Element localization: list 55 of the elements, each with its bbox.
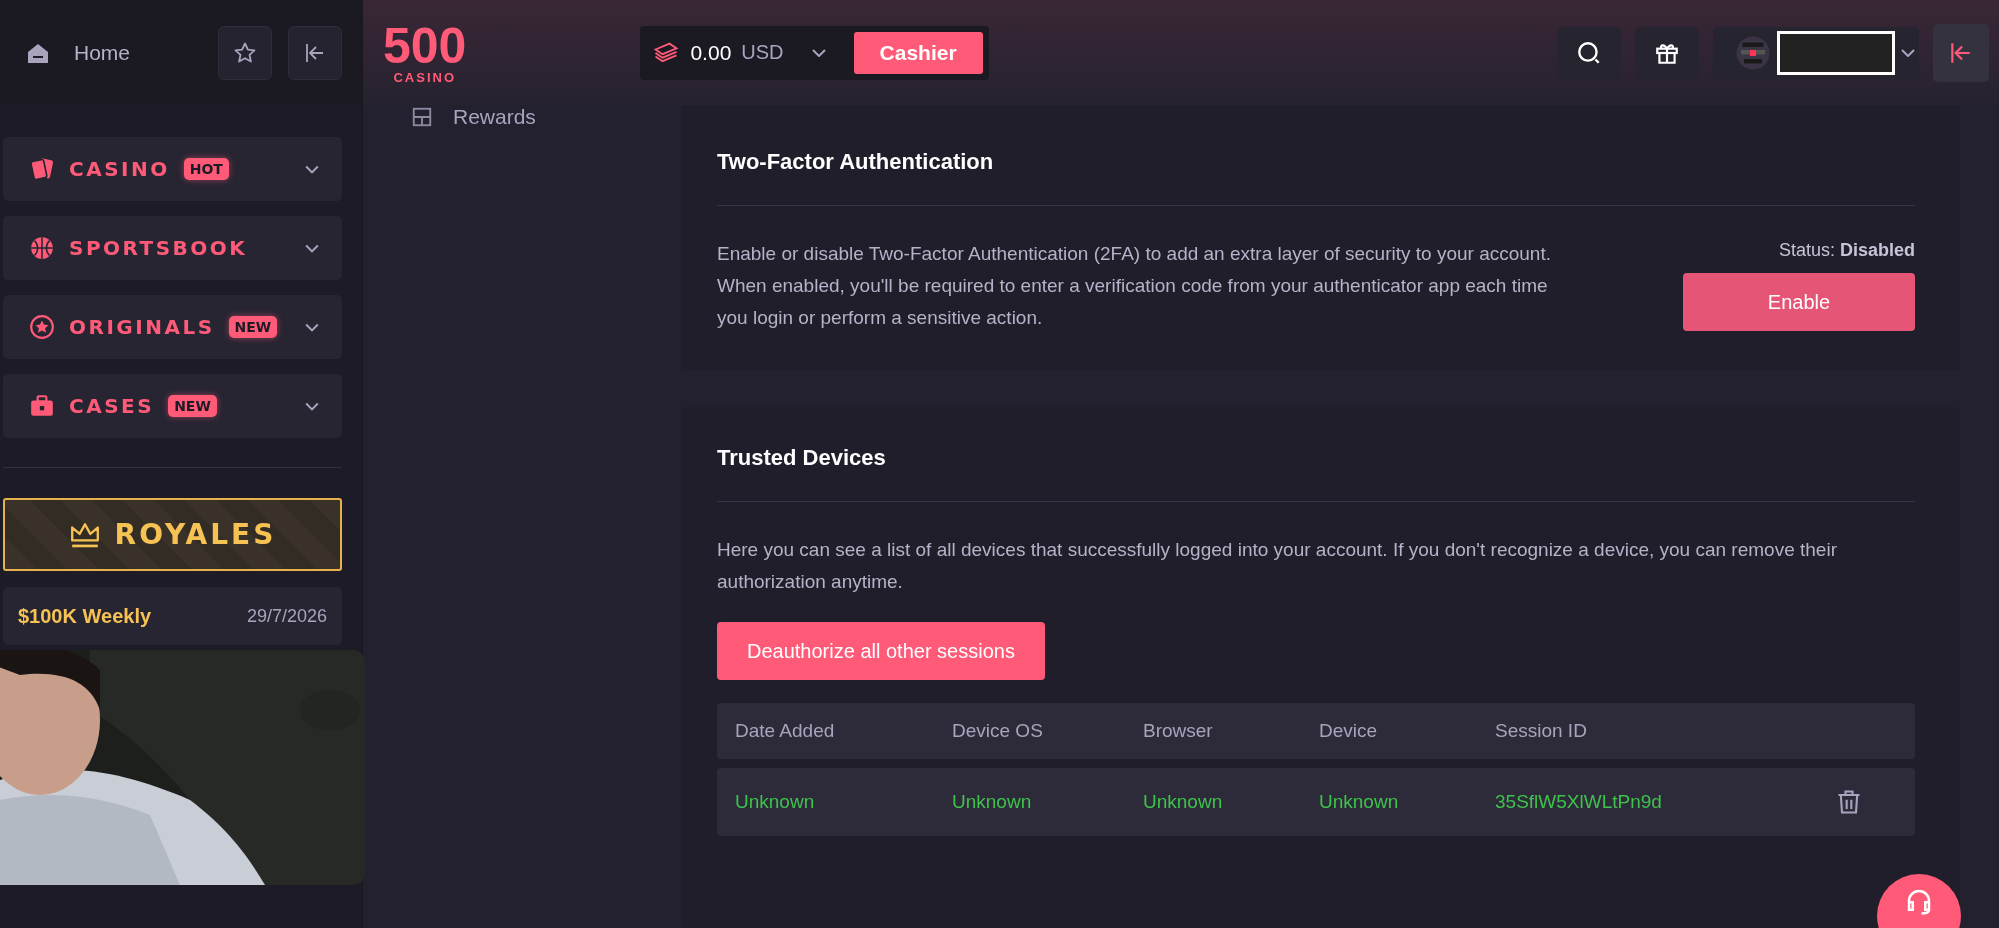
chevron-down-icon bbox=[1901, 48, 1915, 57]
section-title: Two-Factor Authentication bbox=[717, 149, 995, 175]
nav-label: CASES bbox=[69, 394, 155, 418]
wallet-selector[interactable]: 0.00 USD Cashier bbox=[640, 25, 989, 80]
star-icon bbox=[233, 40, 257, 65]
nav-item[interactable]: CASINO HOT bbox=[3, 137, 342, 201]
briefcase-icon bbox=[29, 393, 55, 419]
nav-badge: HOT bbox=[183, 158, 229, 180]
avatar-icon bbox=[1735, 34, 1771, 71]
column-header: Device OS bbox=[952, 720, 1044, 742]
event-card[interactable]: $100K Weekly 29/7/2026 bbox=[3, 587, 342, 645]
status-label: Status: Disabled bbox=[1778, 240, 1915, 261]
search-icon bbox=[1576, 39, 1602, 66]
chevron-down-icon bbox=[811, 48, 826, 57]
balance-amount: 0.00 bbox=[690, 40, 732, 65]
cards-icon bbox=[29, 156, 55, 182]
table-cell-text: Unknown bbox=[1319, 791, 1400, 813]
grid-icon bbox=[411, 106, 433, 128]
logo[interactable]: 500 CASINO bbox=[383, 20, 467, 85]
table-cell-text: 35SflW5XlWLtPn9d bbox=[1495, 791, 1663, 813]
nav-item[interactable]: ORIGINALS NEW bbox=[3, 295, 342, 359]
nav-item[interactable]: CASES NEW bbox=[3, 374, 342, 438]
event-date: 29/7/2026 bbox=[246, 605, 327, 627]
column-header: Device bbox=[1319, 720, 1379, 742]
enable-button[interactable]: Enable bbox=[1683, 273, 1915, 331]
cashier-button[interactable]: Cashier bbox=[853, 31, 983, 74]
rewards-link[interactable]: Rewards bbox=[411, 105, 681, 129]
favorites-button[interactable] bbox=[218, 25, 272, 80]
column-header: Date Added bbox=[735, 720, 836, 742]
royales-banner[interactable]: ROYALES bbox=[3, 498, 342, 571]
search-button[interactable] bbox=[1557, 26, 1621, 79]
star-badge-icon bbox=[29, 314, 55, 340]
deauthorize-button[interactable]: Deauthorize all other sessions bbox=[717, 622, 1045, 680]
nav-label: SPORTSBOOK bbox=[69, 236, 248, 260]
user-menu[interactable] bbox=[1713, 26, 1919, 79]
nav-badge: NEW bbox=[168, 395, 217, 417]
basketball-icon bbox=[29, 235, 55, 261]
column-header: Session ID bbox=[1495, 720, 1588, 742]
currency-label: USD bbox=[741, 41, 784, 64]
section-description: Here you can see a list of all devices that successfully logged into your account. If you don't recognize a device, you can remove their authorization anytime. bbox=[717, 538, 1838, 594]
table-cell-text: Unknown bbox=[735, 791, 816, 813]
nav-label: CASINO bbox=[69, 157, 170, 181]
nav-item[interactable]: SPORTSBOOK bbox=[3, 216, 342, 280]
collapse-panel-button[interactable] bbox=[1933, 23, 1989, 82]
table-cell-text: Unknown bbox=[952, 791, 1033, 813]
home-link[interactable]: Home bbox=[26, 40, 202, 65]
event-title: $100K Weekly bbox=[18, 604, 152, 628]
nav-badge: NEW bbox=[228, 316, 278, 338]
column-header: Browser bbox=[1143, 720, 1214, 742]
gift-button[interactable] bbox=[1635, 26, 1699, 79]
table-cell-text: Unknown bbox=[1143, 791, 1224, 813]
section-title: Trusted Devices bbox=[717, 445, 887, 471]
collapse-sidebar-button[interactable] bbox=[288, 25, 342, 80]
nav-label: ORIGINALS bbox=[69, 315, 215, 339]
section-description: Enable or disable Two-Factor Authentication (2FA) to add an extra layer of security to your account. When enabled, you'll be required to enter a verification code from your authenticator app each time you login or perform a sensitive action. bbox=[717, 242, 1552, 330]
